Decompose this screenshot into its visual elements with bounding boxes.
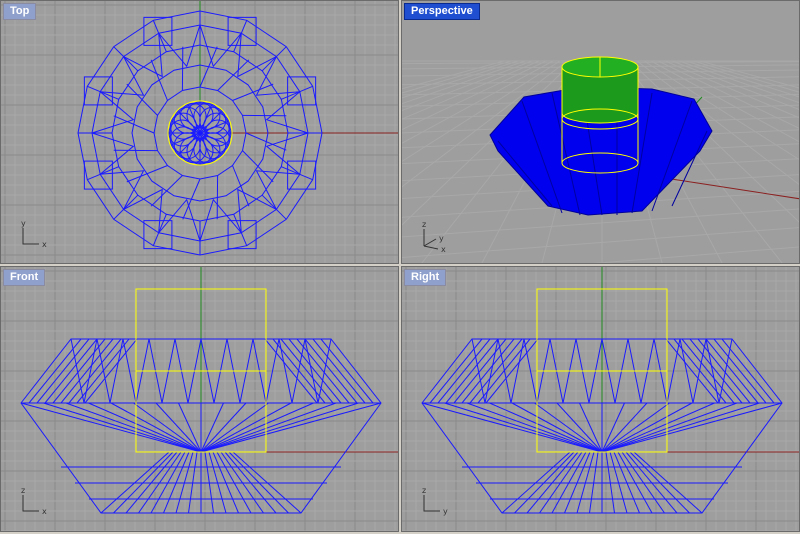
axis-label-horizontal: x [42,240,47,249]
viewport-perspective[interactable]: z yx Perspective [401,0,800,264]
viewport-background [1,267,398,531]
viewport-front[interactable]: xz Front [0,266,399,532]
axis-label: z [422,220,426,229]
axis-label-vertical: y [21,219,26,228]
front-view-canvas[interactable]: xz [1,267,399,532]
viewport-tab-right[interactable]: Right [404,269,447,286]
axis-label-horizontal: y [443,507,448,516]
top-view-canvas[interactable]: xy [1,1,399,264]
perspective-view-canvas[interactable]: z yx [402,1,800,264]
viewport-tab-front[interactable]: Front [3,269,46,286]
axis-label-vertical: z [21,486,25,495]
viewport-tab-perspective[interactable]: Perspective [404,3,480,20]
right-view-canvas[interactable]: yz [402,267,800,532]
viewport-background [402,267,799,531]
axis-label-horizontal: x [42,507,47,516]
viewport-top[interactable]: xy Top [0,0,399,264]
axis-label: x [441,245,446,254]
viewport-right[interactable]: yz Right [401,266,800,532]
axis-label-vertical: z [422,486,426,495]
viewport-tab-top[interactable]: Top [3,3,37,20]
axis-label: y [439,234,444,243]
